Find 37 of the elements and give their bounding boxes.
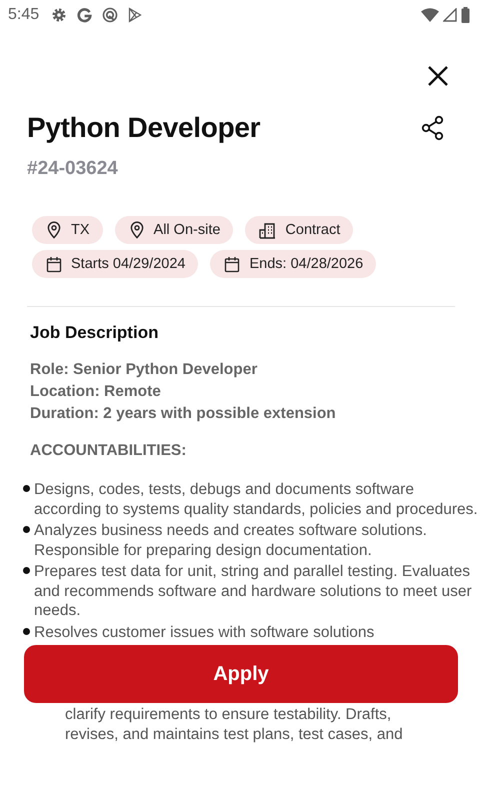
bullet-text: Resolves customer issues with software solutions <box>34 622 374 642</box>
wifi-icon <box>421 8 439 22</box>
section-heading: Job Description <box>30 323 160 343</box>
g-icon <box>77 8 92 22</box>
battery-icon <box>461 7 470 23</box>
bullet-text: Designs, codes, tests, debugs and documents software according to systems quality standards, policies and procedures. <box>34 480 479 519</box>
apply-button[interactable]: Apply <box>24 645 458 703</box>
bullet-icon <box>23 567 30 574</box>
job-id: #24-03624 <box>27 158 119 180</box>
bullet-icon <box>23 485 30 492</box>
building-icon <box>259 222 276 238</box>
share-button[interactable] <box>420 115 446 141</box>
close-button[interactable] <box>426 64 450 88</box>
play-icon <box>128 7 142 23</box>
tag-label: TX <box>71 222 90 238</box>
tag-label: All On-site <box>154 222 220 238</box>
summary-line: Location: Remote <box>30 382 162 402</box>
tag-label: Contract <box>285 222 340 238</box>
signal-icon <box>443 8 457 22</box>
status-time: 5:45 <box>8 6 40 24</box>
summary-line: Duration: 2 years with possible extension <box>30 404 337 424</box>
location-pin-icon <box>128 221 145 239</box>
summary-line: Role: Senior Python Developer <box>30 360 258 380</box>
bullet-icon <box>23 628 30 634</box>
calendar-icon <box>224 256 240 272</box>
bullet-icon <box>23 526 30 533</box>
bullet-text: Prepares test data for unit, string and parallel testing. Evaluates and recommends software and hardware solutions to meet user needs. <box>34 562 473 620</box>
bullet-text: Analyzes business needs and creates software solutions. Responsible for preparing design documentation. <box>34 521 428 560</box>
circle-icon <box>102 7 118 23</box>
calendar-icon <box>46 256 62 272</box>
location-pin-icon <box>46 221 62 239</box>
subsection-heading: ACCOUNTABILITIES: <box>30 442 188 460</box>
gear-icon <box>51 7 68 23</box>
description-text: clarify requirements to ensure testability. Drafts, revises, and maintains test plans, test cases, and <box>64 705 404 744</box>
tag-label: Ends: 04/28/2026 <box>249 256 364 272</box>
tag-label: Starts 04/29/2024 <box>71 256 186 272</box>
job-title: Python Developer <box>27 112 260 144</box>
